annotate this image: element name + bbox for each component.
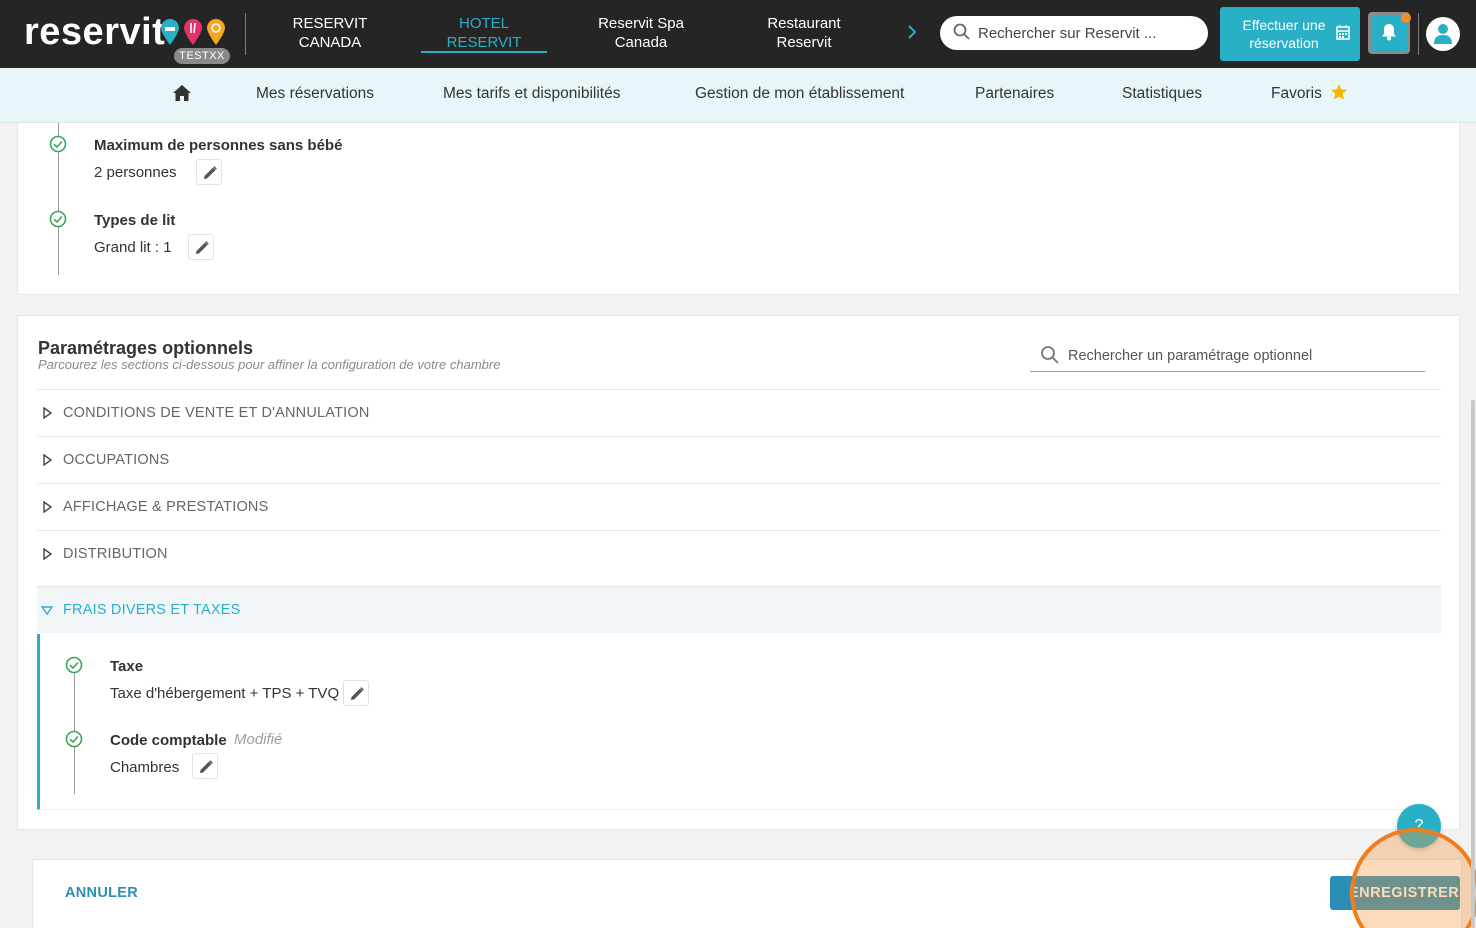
optional-settings-search-input[interactable] — [1068, 340, 1418, 372]
section-label: OCCUPATIONS — [63, 452, 170, 468]
make-reservation-button[interactable]: Effectuer une réservation — [1220, 7, 1360, 61]
establishment-restaurant-reservit[interactable]: Restaurant Reservit — [743, 14, 865, 56]
main-navigation: Mes réservations Mes tarifs et disponibi… — [0, 68, 1476, 123]
section-label: CONDITIONS DE VENTE ET D'ANNULATION — [63, 405, 370, 421]
establishment-label-line2: RESERVIT — [446, 34, 522, 51]
establishment-label-line2: Canada — [614, 34, 668, 51]
section-panel-frais-divers-taxes: Taxe Taxe d'hébergement + TPS + TVQ Code… — [37, 634, 1441, 810]
user-menu-button[interactable] — [1426, 17, 1460, 51]
field-title-code-comptable: Code comptable — [110, 732, 227, 749]
nav-mes-tarifs[interactable]: Mes tarifs et disponibilités — [443, 68, 620, 122]
field-value-taxe: Taxe d'hébergement + TPS + TVQ — [110, 685, 340, 702]
caret-right-icon — [43, 407, 53, 419]
establishment-label-line1: Restaurant — [767, 15, 841, 32]
field-value-code-comptable: Chambres — [110, 759, 180, 776]
edit-code-comptable-button[interactable] — [192, 753, 218, 779]
edit-max-persons-button[interactable] — [196, 159, 222, 185]
logo-text: reservit — [24, 11, 166, 53]
calendar-icon — [1336, 25, 1350, 40]
form-footer: ANNULER — [32, 859, 1462, 928]
caret-down-icon — [41, 606, 53, 616]
modified-label: Modifié — [234, 731, 283, 748]
divider — [245, 13, 246, 55]
room-settings-card: Maximum de personnes sans bébé 2 personn… — [17, 123, 1460, 295]
help-button[interactable]: ? — [1397, 804, 1441, 848]
pencil-icon — [351, 687, 364, 700]
user-icon — [1434, 24, 1452, 44]
active-establishment-indicator — [421, 51, 547, 53]
establishment-reservit-canada[interactable]: RESERVIT CANADA — [270, 14, 390, 56]
edit-bed-types-button[interactable] — [188, 234, 214, 260]
bell-icon — [1382, 24, 1396, 41]
divider — [1418, 13, 1419, 55]
nav-gestion-etablissement[interactable]: Gestion de mon établissement — [695, 68, 904, 122]
field-value-bed-types: Grand lit : 1 — [94, 239, 172, 256]
star-icon — [1331, 84, 1347, 100]
establishment-reservit-spa-canada[interactable]: Reservit Spa Canada — [580, 14, 702, 56]
scrollbar[interactable] — [1471, 400, 1475, 928]
establishment-label-line1: RESERVIT — [292, 15, 368, 32]
chevron-right-icon[interactable] — [904, 22, 920, 42]
cancel-button[interactable]: ANNULER — [65, 885, 138, 901]
caret-right-icon — [43, 454, 53, 466]
search-icon — [1041, 346, 1059, 364]
save-button[interactable]: ENREGISTRER — [1330, 876, 1460, 910]
optional-settings-search[interactable] — [1030, 340, 1425, 372]
pencil-icon — [204, 166, 217, 179]
field-title-max-persons: Maximum de personnes sans bébé — [94, 137, 343, 154]
notification-dot — [1401, 13, 1411, 23]
dining-pin-icon — [184, 19, 202, 45]
make-reservation-label-line2: réservation — [1249, 35, 1319, 51]
establishment-label-line2: CANADA — [298, 34, 362, 51]
check-circle-icon — [65, 656, 83, 674]
section-label: AFFICHAGE & PRESTATIONS — [63, 499, 269, 515]
environment-badge: TESTXX — [174, 48, 230, 64]
nav-favoris[interactable]: Favoris — [1271, 68, 1322, 122]
global-search-input[interactable] — [978, 16, 1198, 50]
section-conditions-vente[interactable]: CONDITIONS DE VENTE ET D'ANNULATION — [37, 389, 1441, 436]
section-occupations[interactable]: OCCUPATIONS — [37, 436, 1441, 483]
spa-pin-icon — [207, 19, 225, 45]
pencil-icon — [200, 760, 213, 773]
save-button-label: ENREGISTRER — [1349, 885, 1460, 901]
timeline-line — [74, 664, 75, 794]
section-label: DISTRIBUTION — [63, 546, 168, 562]
optional-settings-card: Paramétrages optionnels Parcourez les se… — [17, 315, 1460, 830]
section-label: FRAIS DIVERS ET TAXES — [63, 602, 241, 618]
make-reservation-label: Effectuer une réservation — [1234, 16, 1334, 52]
check-circle-icon — [49, 210, 67, 228]
establishment-label-line1: HOTEL — [458, 15, 509, 32]
edit-taxe-button[interactable] — [343, 680, 369, 706]
establishment-hotel-reservit[interactable]: HOTEL RESERVIT — [423, 14, 545, 56]
check-circle-icon — [49, 135, 67, 153]
section-affichage-prestations[interactable]: AFFICHAGE & PRESTATIONS — [37, 483, 1441, 530]
section-frais-divers-taxes[interactable]: FRAIS DIVERS ET TAXES — [37, 586, 1441, 633]
optional-settings-title: Paramétrages optionnels — [38, 338, 254, 358]
bed-pin-icon — [161, 19, 179, 45]
top-bar: reservit TESTXX RESERVIT CANADA HOTEL RE… — [0, 0, 1476, 68]
check-circle-icon — [65, 730, 83, 748]
field-title-bed-types: Types de lit — [94, 212, 176, 229]
caret-right-icon — [43, 548, 53, 560]
caret-right-icon — [43, 501, 53, 513]
pencil-icon — [196, 241, 209, 254]
establishment-label-line1: Reservit Spa — [598, 15, 684, 32]
make-reservation-label-line1: Effectuer une — [1242, 17, 1326, 33]
home-icon[interactable] — [172, 84, 192, 102]
field-title-taxe: Taxe — [110, 658, 144, 675]
search-icon — [953, 23, 970, 40]
global-search[interactable] — [940, 16, 1208, 50]
section-distribution[interactable]: DISTRIBUTION — [37, 530, 1441, 577]
field-value-max-persons: 2 personnes — [94, 164, 177, 181]
establishment-label-line2: Reservit — [776, 34, 832, 51]
nav-partenaires[interactable]: Partenaires — [975, 68, 1054, 122]
optional-settings-subtitle: Parcourez les sections ci-dessous pour a… — [38, 357, 501, 372]
nav-mes-reservations[interactable]: Mes réservations — [256, 68, 374, 122]
nav-statistiques[interactable]: Statistiques — [1122, 68, 1202, 122]
